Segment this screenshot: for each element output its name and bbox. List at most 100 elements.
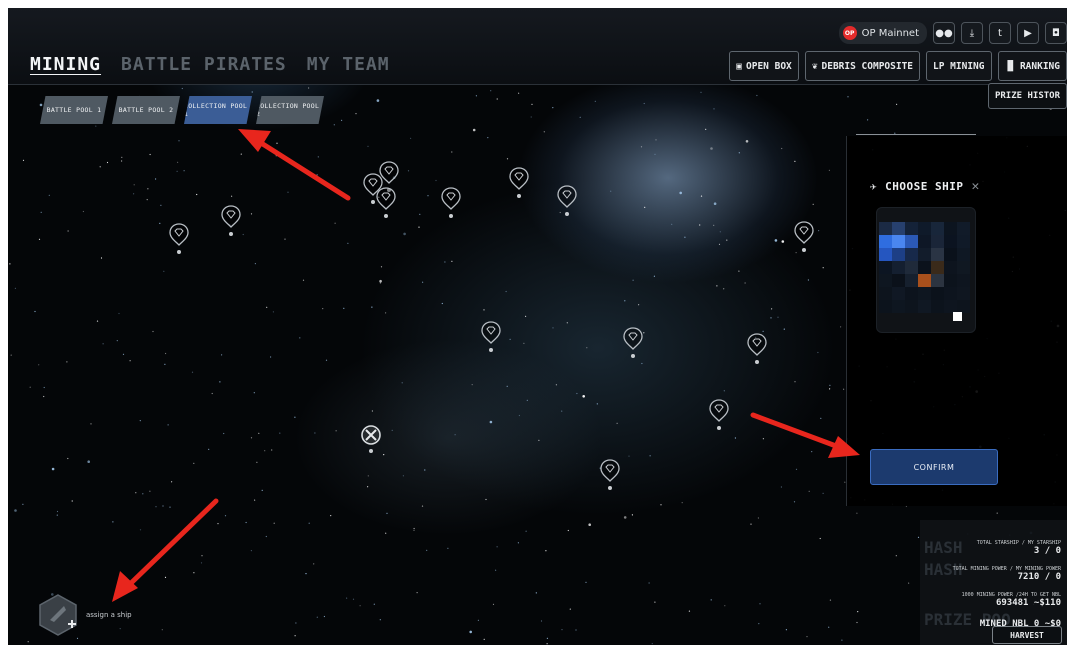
assign-ship-control[interactable]: assign a ship (38, 594, 132, 636)
discord-icon[interactable]: ◘ (1045, 22, 1067, 44)
star (146, 199, 148, 201)
network-selector[interactable]: OP OP Mainnet (838, 22, 927, 44)
star (177, 161, 179, 163)
star (632, 279, 634, 281)
prize-history-button[interactable]: PRIZE HISTOR (987, 83, 1067, 109)
mining-spot-pin[interactable] (440, 186, 462, 220)
star (506, 385, 508, 387)
star (254, 263, 256, 265)
star (66, 361, 68, 363)
mining-power-value: 7210 / 0 (1017, 572, 1061, 582)
mining-spot-pin[interactable] (480, 320, 502, 354)
star (201, 555, 203, 557)
ship-select-checkbox[interactable] (953, 312, 962, 321)
star (857, 611, 859, 613)
ship-pixel (905, 248, 918, 261)
mining-spot-pin[interactable] (168, 222, 190, 256)
star (723, 288, 725, 290)
ship-card[interactable] (876, 207, 976, 333)
twitter-icon[interactable]: t (989, 22, 1011, 44)
lp-mining-button[interactable]: LP MINING (926, 51, 992, 81)
mining-spot-pin[interactable] (556, 184, 578, 218)
star (654, 601, 656, 603)
pool-tabs: BATTLE POOL 1 BATTLE POOL 2 COLLECTION P… (40, 96, 324, 124)
star (116, 340, 118, 342)
add-ship-icon[interactable] (38, 594, 78, 636)
star (279, 432, 281, 434)
star (273, 522, 275, 524)
ship-pixel (905, 274, 918, 287)
star (178, 140, 180, 142)
assigned-ship-marker[interactable] (360, 424, 382, 458)
ranking-button[interactable]: ▐▌ RANKING (997, 51, 1067, 81)
tab-collection-pool-1[interactable]: COLLECTION POOL 1 (184, 96, 252, 124)
star (505, 290, 507, 293)
star (518, 414, 520, 417)
star (295, 622, 297, 624)
star (250, 213, 253, 215)
ship-pixel (957, 222, 970, 235)
nav-tab-battle-pirates[interactable]: BATTLE PIRATES (121, 54, 287, 75)
star (648, 582, 650, 584)
download-icon[interactable]: ⤓ (961, 22, 983, 44)
star (254, 499, 256, 501)
star (781, 240, 785, 243)
star (546, 643, 548, 645)
star (895, 555, 897, 557)
star (341, 119, 343, 121)
star (684, 236, 686, 238)
star (256, 461, 258, 463)
star (308, 522, 310, 524)
star (40, 211, 42, 213)
star (770, 317, 772, 319)
star (545, 550, 547, 552)
mining-spot-pin[interactable] (622, 326, 644, 360)
star (757, 517, 760, 519)
mining-spot-pin[interactable] (375, 186, 397, 220)
star (688, 610, 691, 612)
mining-spot-pin[interactable] (746, 332, 768, 366)
close-icon[interactable]: ✕ (971, 179, 979, 194)
tab-battle-pool-2[interactable]: BATTLE POOL 2 (112, 96, 180, 124)
stat-nbl-rate: 1000 MINING POWER /24H TO GET NBL 693481… (962, 592, 1061, 608)
mining-spot-pin[interactable] (708, 398, 730, 432)
mining-spot-pin[interactable] (508, 166, 530, 200)
tab-battle-pool-1[interactable]: BATTLE POOL 1 (40, 96, 108, 124)
star (426, 549, 428, 552)
star (51, 467, 55, 471)
star (217, 523, 219, 525)
star (38, 238, 41, 240)
star (422, 281, 424, 283)
nav-tab-my-team[interactable]: MY TEAM (307, 54, 390, 75)
star (121, 160, 123, 162)
medium-icon[interactable]: ●● (933, 22, 955, 44)
star (616, 422, 618, 424)
star (540, 620, 543, 622)
star (569, 608, 571, 610)
open-box-button[interactable]: ▣ OPEN BOX (729, 51, 799, 81)
star (379, 282, 381, 284)
mining-spot-pin[interactable] (793, 220, 815, 254)
ship-pixel (957, 287, 970, 300)
debris-composite-button[interactable]: ❦ DEBRIS COMPOSITE (804, 51, 921, 81)
star (401, 382, 403, 384)
star (160, 204, 162, 206)
tab-collection-pool-2[interactable]: COLLECTION POOL 2 (256, 96, 324, 124)
star (71, 500, 73, 502)
ship-pixel (918, 222, 931, 235)
star (152, 330, 154, 333)
youtube-icon[interactable]: ▶ (1017, 22, 1039, 44)
star (427, 195, 429, 197)
star (793, 501, 796, 503)
nav-tab-mining[interactable]: MINING (30, 54, 101, 75)
star (700, 195, 703, 197)
star (774, 239, 778, 242)
star (820, 417, 822, 419)
confirm-button[interactable]: CONFIRM (870, 449, 998, 485)
star (133, 193, 135, 195)
mining-spot-pin[interactable] (599, 458, 621, 492)
ship-pixel (879, 235, 892, 248)
star (142, 493, 144, 495)
mining-spot-pin[interactable] (220, 204, 242, 238)
harvest-button[interactable]: HARVEST (992, 626, 1062, 644)
